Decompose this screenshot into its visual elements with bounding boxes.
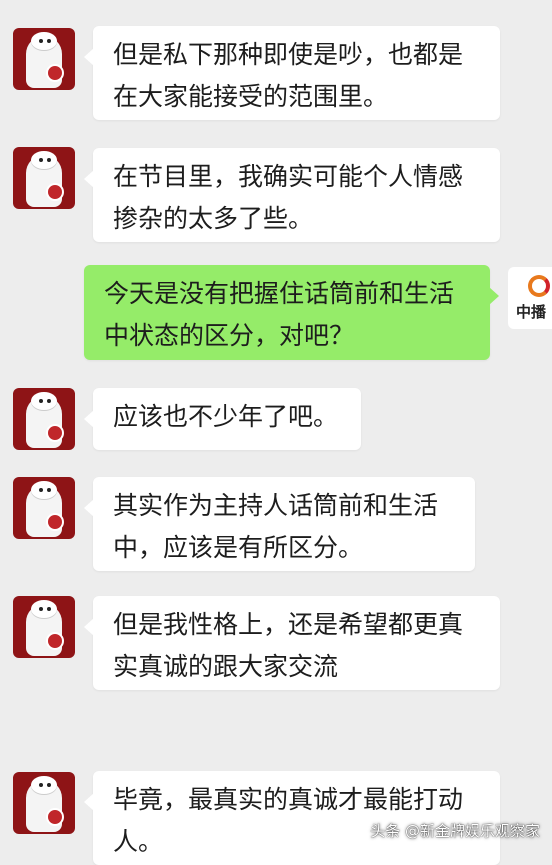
avatar-eye bbox=[39, 39, 43, 43]
avatar-eye bbox=[39, 783, 43, 787]
chat-bubble[interactable]: 在节目里，我确实可能个人情感 掺杂的太多了些。 bbox=[84, 148, 500, 242]
avatar-badge bbox=[46, 808, 64, 826]
logo-icon bbox=[528, 275, 550, 297]
avatar-head bbox=[31, 32, 57, 50]
self-avatar[interactable]: 中播 bbox=[508, 267, 552, 329]
avatar-eye bbox=[47, 607, 51, 611]
avatar-eye bbox=[47, 399, 51, 403]
avatar-eye bbox=[47, 488, 51, 492]
contact-avatar[interactable] bbox=[13, 596, 75, 658]
bubble-line: 其实作为主持人话筒前和生活 bbox=[113, 491, 439, 520]
contact-avatar[interactable] bbox=[13, 147, 75, 209]
avatar-head bbox=[31, 481, 57, 499]
avatar-badge bbox=[46, 513, 64, 531]
bubble-line: 在大家能接受的范围里。 bbox=[113, 82, 389, 111]
contact-avatar[interactable] bbox=[13, 772, 75, 834]
avatar-eye bbox=[47, 39, 51, 43]
source-watermark: 头条 @新金牌娱乐观察家 bbox=[370, 822, 540, 840]
avatar-head bbox=[31, 776, 57, 794]
chat-bubble[interactable]: 应该也不少年了吧。 bbox=[84, 388, 361, 450]
avatar-eye bbox=[47, 783, 51, 787]
bubble-line: 中状态的区分，对吧？ bbox=[104, 321, 355, 350]
contact-avatar[interactable] bbox=[13, 388, 75, 450]
avatar-eye bbox=[39, 399, 43, 403]
avatar-head bbox=[31, 151, 57, 169]
chat-bubble-self[interactable]: 今天是没有把握住话筒前和生活 中状态的区分，对吧？ bbox=[84, 265, 499, 360]
avatar-badge bbox=[46, 183, 64, 201]
avatar-badge bbox=[46, 632, 64, 650]
avatar-head bbox=[31, 392, 57, 410]
bubble-line: 但是我性格上，还是希望都更真 bbox=[113, 610, 464, 639]
bubble-line: 但是私下那种即使是吵，也都是 bbox=[113, 40, 464, 69]
avatar-eye bbox=[39, 158, 43, 162]
contact-avatar[interactable] bbox=[13, 28, 75, 90]
chat-bubble[interactable]: 但是我性格上，还是希望都更真 实真诚的跟大家交流 bbox=[84, 596, 500, 690]
bubble-line: 实真诚的跟大家交流 bbox=[113, 652, 339, 681]
bubble-line: 中，应该是有所区分。 bbox=[113, 533, 364, 562]
avatar-eye bbox=[39, 488, 43, 492]
avatar-head bbox=[31, 600, 57, 618]
bubble-line: 在节目里，我确实可能个人情感 bbox=[113, 162, 464, 191]
bubble-line: 今天是没有把握住话筒前和生活 bbox=[104, 279, 455, 308]
self-avatar-text: 中播 bbox=[516, 303, 547, 321]
contact-avatar[interactable] bbox=[13, 477, 75, 539]
avatar-eye bbox=[39, 607, 43, 611]
bubble-line: 毕竟，最真实的真诚才最能打动 bbox=[113, 785, 464, 814]
bubble-line: 掺杂的太多了些。 bbox=[113, 204, 314, 233]
chat-bubble[interactable]: 毕竟，最真实的真诚才最能打动 人。 bbox=[84, 771, 500, 865]
chat-bubble[interactable]: 但是私下那种即使是吵，也都是 在大家能接受的范围里。 bbox=[84, 26, 500, 120]
avatar-eye bbox=[47, 158, 51, 162]
avatar-badge bbox=[46, 424, 64, 442]
avatar-badge bbox=[46, 64, 64, 82]
chat-bubble[interactable]: 其实作为主持人话筒前和生活 中，应该是有所区分。 bbox=[84, 477, 475, 571]
bubble-line: 应该也不少年了吧。 bbox=[113, 402, 339, 431]
